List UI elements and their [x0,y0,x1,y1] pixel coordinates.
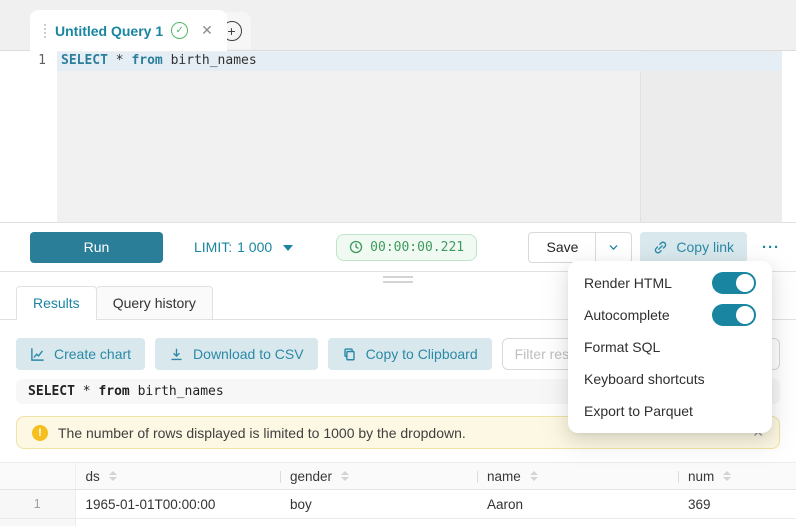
sql-editor[interactable]: 1 SELECT * from birth_names [0,51,796,222]
table-row: 1 1965-01-01T00:00:00 boy Aaron 369 [0,490,796,519]
sort-icon [109,471,117,481]
autocomplete-toggle[interactable] [712,304,756,326]
sql-star: * [83,384,91,399]
download-csv-label: Download to CSV [193,346,304,362]
sql-keyword: SELECT [61,53,108,68]
sql-table-name: birth_names [138,384,224,399]
editor-code-line[interactable]: SELECT * from birth_names [61,53,257,68]
menu-item-export-parquet[interactable]: Export to Parquet [568,395,772,427]
save-split-button: Save [528,232,632,263]
elapsed-time: 00:00:00.221 [370,240,464,255]
query-tab-strip: Untitled Query 1 ✓ ✕ + [0,0,796,51]
close-tab-icon[interactable]: ✕ [201,22,213,39]
sort-icon [341,471,349,481]
limit-value: 1 000 [237,239,272,255]
copy-icon [342,347,357,362]
column-header-num[interactable]: num [678,463,796,490]
panel-resize-handle[interactable] [383,276,413,283]
render-html-toggle[interactable] [712,272,756,294]
query-timer: 00:00:00.221 [336,234,477,261]
download-icon [169,347,184,362]
line-chart-icon [30,347,45,362]
cell-num: 369 [678,490,796,519]
column-header-ds[interactable]: ds [75,463,280,490]
results-table: ds gender name num 1 19 [0,462,796,526]
editor-line-number: 1 [0,53,46,68]
limit-dropdown[interactable]: LIMIT: 1 000 [194,239,293,255]
menu-item-autocomplete[interactable]: Autocomplete [568,299,772,331]
run-button[interactable]: Run [30,232,163,263]
editor-print-margin-line [640,51,641,222]
copy-link-label: Copy link [676,239,734,255]
cell-name: Aaron [477,490,678,519]
table-header-row: ds gender name num [0,463,796,490]
row-index-header [0,463,75,490]
sql-star: * [116,53,124,68]
save-button[interactable]: Save [529,233,595,262]
row-index: 1 [0,490,75,519]
clock-icon [349,240,363,254]
tab-results[interactable]: Results [16,286,97,320]
copy-to-clipboard-label: Copy to Clipboard [366,346,478,362]
column-header-name[interactable]: name [477,463,678,490]
link-icon [653,240,668,255]
menu-item-format-sql[interactable]: Format SQL [568,331,772,363]
table-row-partial [0,519,796,526]
sql-keyword: from [131,53,162,68]
limit-label: LIMIT: [194,239,232,255]
sort-icon [530,471,538,481]
tab-query-history[interactable]: Query history [96,286,213,320]
download-csv-button[interactable]: Download to CSV [155,338,318,370]
sql-keyword: SELECT [28,384,75,399]
save-options-caret[interactable] [595,233,631,262]
cell-ds: 1965-01-01T00:00:00 [75,490,280,519]
caret-down-icon [283,245,293,251]
column-header-gender[interactable]: gender [280,463,477,490]
sql-keyword: from [98,384,129,399]
chevron-down-icon [608,242,619,253]
query-tab-title: Untitled Query 1 [55,23,163,39]
query-tab[interactable]: Untitled Query 1 ✓ ✕ [30,10,227,51]
create-chart-button[interactable]: Create chart [16,338,145,370]
menu-item-keyboard-shortcuts[interactable]: Keyboard shortcuts [568,363,772,395]
drag-grip-icon[interactable] [44,24,46,38]
cell-gender: boy [280,490,477,519]
warning-icon: ! [32,425,48,441]
warning-text: The number of rows displayed is limited … [58,425,466,441]
editor-options-menu: Render HTML Autocomplete Format SQL Keyb… [568,261,772,433]
copy-link-button[interactable]: Copy link [640,232,747,263]
menu-item-render-html[interactable]: Render HTML [568,267,772,299]
sql-table-name: birth_names [171,53,257,68]
sort-icon [723,471,731,481]
create-chart-label: Create chart [54,346,131,362]
more-options-button[interactable]: ··· [762,239,780,256]
copy-to-clipboard-button[interactable]: Copy to Clipboard [328,338,492,370]
query-saved-check-icon: ✓ [171,22,188,39]
editor-print-margin-zone [640,51,782,222]
